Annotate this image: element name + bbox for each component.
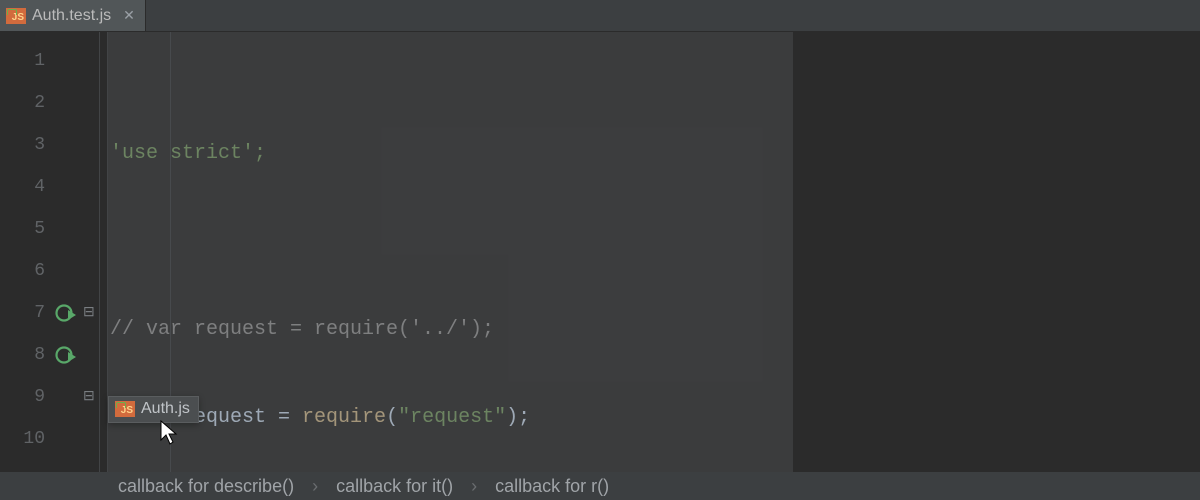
line-number: 10 xyxy=(0,418,99,460)
line-number: 7 ⊟ xyxy=(0,292,99,334)
chevron-right-icon: › xyxy=(471,476,477,497)
code-area[interactable]: 'use strict'; // var request = require('… xyxy=(108,32,1200,472)
line-number: 9 ⊟ xyxy=(0,376,99,418)
line-number: 3 xyxy=(0,124,99,166)
line-number: 5 xyxy=(0,208,99,250)
code-line: 'use strict'; xyxy=(108,132,1200,174)
line-number: 6 xyxy=(0,250,99,292)
run-test-icon[interactable] xyxy=(55,302,77,324)
run-test-icon[interactable] xyxy=(55,344,77,366)
file-tooltip[interactable]: JS Auth.js xyxy=(108,396,199,423)
fold-icon[interactable]: ⊟ xyxy=(83,390,97,404)
editor[interactable]: 1 2 3 4 5 6 7 ⊟ 8 9 ⊟ 10 'use strict'; xyxy=(0,32,1200,472)
line-number: 2 xyxy=(0,82,99,124)
line-number: 4 xyxy=(0,166,99,208)
tab-bar: JS Auth.test.js ✕ xyxy=(0,0,1200,32)
gutter: 1 2 3 4 5 6 7 ⊟ 8 9 ⊟ 10 xyxy=(0,32,100,472)
tooltip-filename: Auth.js xyxy=(141,400,190,418)
breadcrumb[interactable]: callback for describe() › callback for i… xyxy=(0,472,1200,500)
line-number: 8 xyxy=(0,334,99,376)
mouse-cursor-icon xyxy=(160,420,180,453)
fold-icon[interactable]: ⊟ xyxy=(83,306,97,320)
js-file-icon: JS xyxy=(115,401,135,417)
line-number: 1 xyxy=(0,40,99,82)
gutter-margin xyxy=(100,32,108,472)
breadcrumb-item[interactable]: callback for it() xyxy=(336,476,453,497)
js-file-icon: JS xyxy=(6,8,26,24)
tab-auth-test[interactable]: JS Auth.test.js ✕ xyxy=(0,0,146,31)
breadcrumb-item[interactable]: callback for describe() xyxy=(118,476,294,497)
breadcrumb-item[interactable]: callback for r() xyxy=(495,476,609,497)
chevron-right-icon: › xyxy=(312,476,318,497)
close-icon[interactable]: ✕ xyxy=(123,7,135,24)
tab-filename: Auth.test.js xyxy=(32,7,111,25)
code-line: const request = require("request"); xyxy=(108,396,1200,438)
code-line: // var request = require('../'); xyxy=(108,308,1200,350)
code-line xyxy=(108,220,1200,262)
